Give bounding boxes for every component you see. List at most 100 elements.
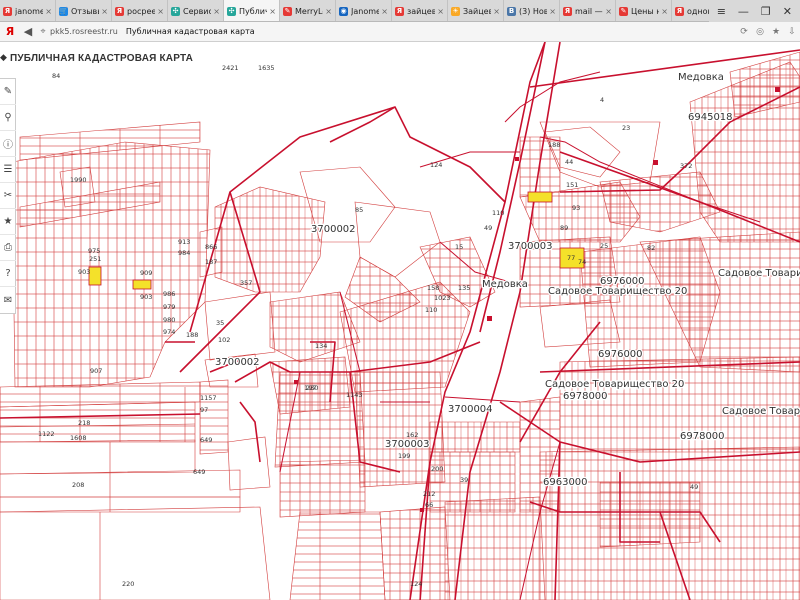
- star-icon[interactable]: ★: [0, 209, 16, 235]
- close-tab-icon[interactable]: ×: [437, 7, 444, 16]
- parcel-number: 49: [484, 224, 492, 232]
- parcel-number: 124: [430, 161, 442, 169]
- parcel-number: 158: [427, 284, 439, 292]
- browser-tab[interactable]: ✎Цены на×: [616, 0, 672, 21]
- menu-icon[interactable]: ≡: [717, 5, 726, 18]
- area-label: 3700004: [448, 404, 493, 415]
- download-icon[interactable]: ⇩: [784, 27, 800, 37]
- parcel-number: 220: [122, 580, 134, 588]
- browser-tab[interactable]: ✣Публичн×: [224, 0, 280, 21]
- close-tab-icon[interactable]: ×: [101, 7, 108, 16]
- area-label: 6976000: [600, 276, 645, 287]
- layers-icon[interactable]: ☰: [0, 157, 16, 183]
- tab-label: Цены на: [631, 6, 659, 16]
- title-marker-icon: ◆: [0, 53, 7, 63]
- parcel-number: 66: [425, 501, 433, 509]
- close-tab-icon[interactable]: ×: [605, 7, 612, 16]
- site-info-icon[interactable]: ⌖: [36, 27, 50, 37]
- browser-tab[interactable]: Яmail — ×: [560, 0, 616, 21]
- parcel-number: 1122: [38, 430, 55, 438]
- refresh-icon[interactable]: ⟳: [736, 27, 752, 37]
- parcel-number: 85: [355, 206, 363, 214]
- browser-tab[interactable]: ✣Сервисы×: [168, 0, 224, 21]
- close-tab-icon[interactable]: ×: [549, 7, 556, 16]
- parcel-number: 15: [455, 243, 463, 251]
- search-icon[interactable]: ⚲: [0, 105, 16, 131]
- cadastral-map[interactable]: Медовка Медовка 6945018 Садовое Товариществ…: [0, 42, 800, 600]
- parcel-number: 77: [567, 254, 575, 262]
- parcel-number: 974: [163, 328, 175, 336]
- area-label: Садовое Товарищ: [722, 406, 800, 417]
- pencil-icon[interactable]: ✎: [0, 79, 16, 105]
- address-bar: Я ◀ ⌖ pkk5.rosreestr.ru Публичная кадаст…: [0, 22, 800, 42]
- back-icon[interactable]: ◀: [20, 25, 36, 38]
- map-canvas[interactable]: Медовка Медовка 6945018 Садовое Товариществ…: [0, 42, 800, 600]
- close-window-icon[interactable]: ✕: [783, 5, 792, 18]
- browser-tab[interactable]: Язайцев ×: [392, 0, 448, 21]
- parcel-number: 110: [492, 209, 504, 217]
- parcel-number: 134: [315, 342, 327, 350]
- area-label: 3700002: [215, 357, 260, 368]
- page-title: Публичная кадастровая карта: [125, 27, 255, 36]
- measure-icon[interactable]: ✂: [0, 183, 16, 209]
- parcel-number: 188: [548, 141, 560, 149]
- close-tab-icon[interactable]: ×: [213, 7, 220, 16]
- parcel-number: 1635: [258, 64, 275, 72]
- tab-label: росреест: [127, 6, 155, 16]
- parcel-number: 1608: [70, 434, 87, 442]
- tab-label: MerryLo: [295, 6, 323, 16]
- parcel-number: 151: [566, 181, 578, 189]
- info-icon[interactable]: ⓘ: [0, 131, 16, 157]
- parcel-number: 866: [205, 243, 217, 251]
- browser-tab-bar: Яjanome×🛒Отзывы×Яросреест×✣Сервисы×✣Публ…: [0, 0, 800, 22]
- map-toolbar: ✎ ⚲ ⓘ ☰ ✂ ★ ⎙? ✉: [0, 78, 16, 314]
- parcel-number: 2421: [222, 64, 239, 72]
- close-tab-icon[interactable]: ×: [325, 7, 332, 16]
- map-title: ПУБЛИЧНАЯ КАДАСТРОВАЯ КАРТА: [10, 53, 194, 64]
- protect-icon[interactable]: ◎: [752, 27, 768, 37]
- parcel-number: 188: [186, 331, 198, 339]
- browser-tab[interactable]: ✎MerryLo×: [280, 0, 336, 21]
- parcel-number: 986: [163, 290, 175, 298]
- parcel-number: 649: [193, 468, 205, 476]
- print-icon[interactable]: ⎙: [0, 235, 16, 261]
- parcel-number: 1157: [200, 394, 217, 402]
- parcel-number: 39: [460, 476, 468, 484]
- parcel-number: 35: [216, 319, 224, 327]
- parcel-number: 25: [600, 242, 608, 250]
- tab-favicon-icon: Я: [115, 6, 124, 16]
- parcel-number: 980: [163, 316, 175, 324]
- close-tab-icon[interactable]: ×: [493, 7, 500, 16]
- bookmark-star-icon[interactable]: ★: [768, 27, 784, 37]
- tab-label: Зайцев: [463, 6, 492, 16]
- browser-tab[interactable]: В(3) Ново×: [504, 0, 560, 21]
- parcel-number: 907: [90, 367, 102, 375]
- url-field[interactable]: ⌖ pkk5.rosreestr.ru Публичная кадастрова…: [36, 24, 736, 40]
- browser-tab[interactable]: ◉ Janome ×: [336, 0, 392, 21]
- parcel-number: 44: [565, 158, 573, 166]
- parcel-number: 197: [304, 384, 316, 392]
- help-icon[interactable]: ?: [0, 261, 16, 287]
- minimize-icon[interactable]: —: [738, 5, 749, 18]
- parcel-number: 903: [78, 268, 90, 276]
- browser-tab[interactable]: Яjanome ×: [0, 0, 56, 21]
- close-tab-icon[interactable]: ×: [381, 7, 388, 16]
- mail-icon[interactable]: ✉: [0, 287, 16, 313]
- close-tab-icon[interactable]: ×: [45, 7, 52, 16]
- close-tab-icon[interactable]: ×: [157, 7, 164, 16]
- browser-tab[interactable]: ☀ Зайцев ×: [448, 0, 504, 21]
- area-label: Медовка: [482, 279, 528, 290]
- browser-tab[interactable]: 🛒Отзывы×: [56, 0, 112, 21]
- close-tab-icon[interactable]: ×: [661, 7, 668, 16]
- browser-tab[interactable]: Яросреест×: [112, 0, 168, 21]
- close-tab-icon[interactable]: ×: [269, 7, 276, 16]
- parcel-number: 251: [89, 255, 101, 263]
- parcel-number: 110: [425, 306, 437, 314]
- maximize-icon[interactable]: ❐: [761, 5, 771, 18]
- parcel-number: 74: [578, 258, 586, 266]
- parcel-number: 1023: [434, 294, 451, 302]
- parcel-number: 975: [88, 247, 100, 255]
- parcel-number: 903: [140, 293, 152, 301]
- tab-label: mail —: [575, 6, 603, 16]
- yandex-logo-icon[interactable]: Я: [0, 25, 20, 38]
